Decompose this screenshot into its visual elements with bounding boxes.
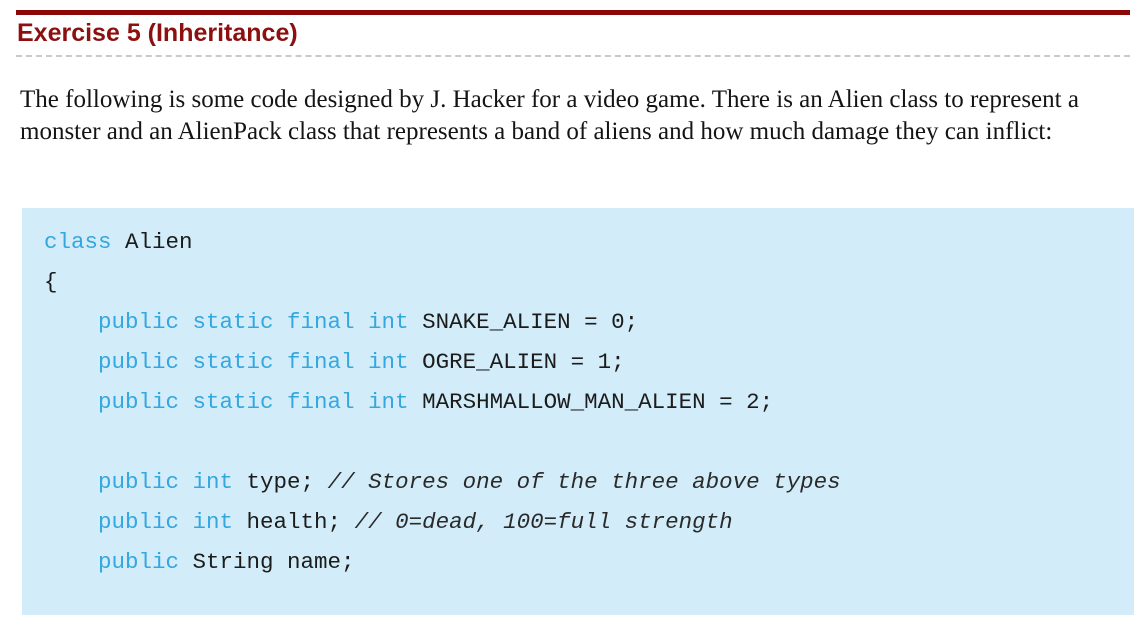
code-line: public int health; // 0=dead, 100=full s… [44,502,1134,542]
code-token-kw: public int [98,469,234,495]
code-token-plain: MARSHMALLOW_MAN_ALIEN = 2; [408,389,774,415]
code-token-kw: public int [98,509,234,535]
code-token-kw: public static final int [98,349,409,375]
code-token-kw: public static final int [98,309,409,335]
code-token-kw: public static final int [98,389,409,415]
code-token-plain: OGRE_ALIEN = 1; [408,349,625,375]
code-line: class Alien [44,222,1134,262]
code-token-kw: class [44,229,112,255]
code-listing: class Alien { public static final int SNA… [22,222,1134,582]
code-token-plain: Alien [111,229,193,255]
code-token-plain: health; [233,509,355,535]
code-token-kw: public [98,549,180,575]
code-line: public static final int SNAKE_ALIEN = 0; [44,302,1134,342]
code-token-comment: // 0=dead, 100=full strength [354,509,733,535]
code-line: public String name; [44,542,1134,582]
code-line: public int type; // Stores one of the th… [44,462,1134,502]
header-top-rule [16,10,1130,15]
code-token-plain: String name; [179,549,355,575]
page-title: Exercise 5 (Inheritance) [17,19,298,47]
code-token-plain: type; [233,469,328,495]
exercise-page: Exercise 5 (Inheritance) The following i… [0,0,1146,641]
code-token-plain: SNAKE_ALIEN = 0; [408,309,639,335]
code-line: public static final int OGRE_ALIEN = 1; [44,342,1134,382]
code-token-plain: { [44,269,58,295]
intro-paragraph: The following is some code designed by J… [20,86,1079,145]
code-token-comment: // Stores one of the three above types [327,469,841,495]
code-block: class Alien { public static final int SNA… [22,208,1134,615]
code-line: { [44,262,1134,302]
code-line: public static final int MARSHMALLOW_MAN_… [44,382,1134,422]
title-underline-divider [16,55,1130,57]
